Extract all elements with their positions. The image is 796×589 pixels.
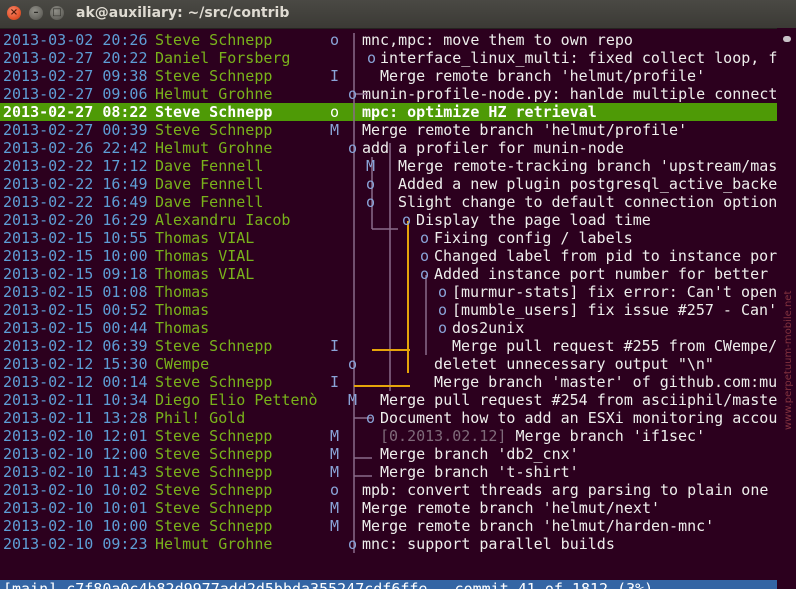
commit-marker: o xyxy=(420,247,429,265)
commit-marker: I xyxy=(330,67,339,85)
commit-marker: M xyxy=(330,463,339,481)
commit-marker: I xyxy=(330,373,339,391)
minimize-button[interactable]: – xyxy=(29,6,43,20)
commit-marker: o xyxy=(420,229,429,247)
title-bar[interactable]: × – □ ak@auxiliary: ~/src/contrib xyxy=(0,0,796,29)
commit-marker: I xyxy=(330,337,339,355)
minimize-icon: – xyxy=(33,7,39,18)
maximize-icon: □ xyxy=(52,7,62,18)
close-button[interactable]: × xyxy=(7,6,21,20)
commit-marker: M xyxy=(330,517,339,535)
commit-marker: o xyxy=(330,31,339,49)
commit-marker: o xyxy=(402,211,411,229)
commit-graph: ooIooMoMoooooooooIoIMoMMMoMMo xyxy=(330,31,447,553)
maximize-button[interactable]: □ xyxy=(50,6,64,20)
commit-marker: o xyxy=(330,103,339,121)
terminal-window: × – □ ak@auxiliary: ~/src/contrib 2013-0… xyxy=(0,0,796,589)
window-title: ak@auxiliary: ~/src/contrib xyxy=(76,5,290,21)
commit-marker: o xyxy=(438,301,447,319)
close-icon: × xyxy=(9,7,19,18)
commit-marker: M xyxy=(330,121,339,139)
status-text: [main] c7f80a0c4b82d9977add2d5bbda355247… xyxy=(3,580,654,589)
commit-marker: o xyxy=(367,49,376,67)
commit-marker: M xyxy=(348,391,357,409)
commit-marker: o xyxy=(438,283,447,301)
tig-main-view[interactable]: 2013-03-02 20:26 Steve Schnepp mnc,mpc: mo… xyxy=(0,28,777,589)
commit-marker: o xyxy=(366,175,375,193)
commit-marker: o xyxy=(330,481,339,499)
commit-marker: o xyxy=(366,409,375,427)
commit-marker: M xyxy=(330,499,339,517)
commit-marker: o xyxy=(348,139,357,157)
commit-marker: o xyxy=(348,85,357,103)
commit-marker: o xyxy=(438,319,447,337)
status-bar: [main] c7f80a0c4b82d9977add2d5bbda355247… xyxy=(0,580,777,589)
commit-marker: M xyxy=(330,445,339,463)
commit-marker: o xyxy=(348,535,357,553)
commit-marker: o xyxy=(366,193,375,211)
scrollbar-thumb[interactable] xyxy=(783,36,791,42)
commit-marker: M xyxy=(330,427,339,445)
commit-marker: o xyxy=(348,355,357,373)
watermark: www.perpetuum-mobile.net xyxy=(783,290,794,430)
commit-marker: M xyxy=(366,157,375,175)
commit-marker: o xyxy=(420,265,429,283)
